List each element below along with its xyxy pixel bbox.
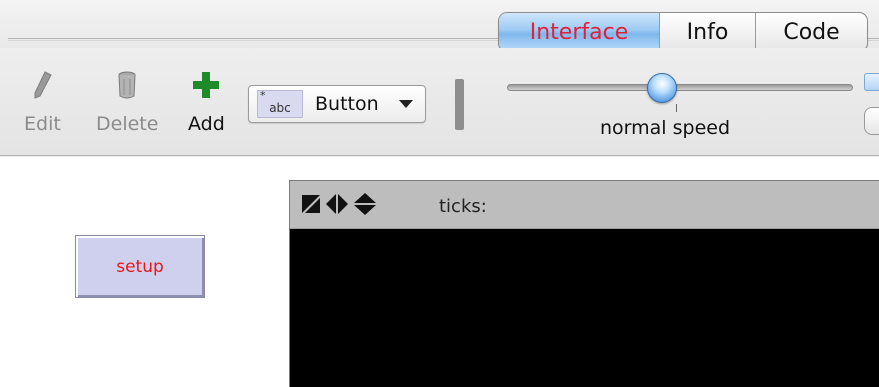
ticks-label: ticks: <box>439 196 487 217</box>
tab-code[interactable]: Code <box>755 13 867 51</box>
plus-icon <box>193 70 220 105</box>
tab-group: Interface Info Code <box>498 12 868 52</box>
speed-slider-knob[interactable] <box>647 73 677 103</box>
resize-diagonal-icon[interactable] <box>302 195 326 213</box>
tab-info[interactable]: Info <box>659 13 755 51</box>
resize-horizontal-icon[interactable] <box>326 194 354 214</box>
add-button[interactable]: Add <box>188 70 225 135</box>
delete-button[interactable]: Delete <box>96 70 158 135</box>
toolbar: Edit Delete Add * abc Button <box>0 48 879 156</box>
speed-slider-track[interactable] <box>507 84 853 91</box>
button-widget-icon: * abc <box>257 89 303 118</box>
tab-interface[interactable]: Interface <box>499 13 659 51</box>
pencil-icon <box>31 70 53 105</box>
edit-label: Edit <box>24 113 61 135</box>
resize-vertical-icon[interactable] <box>354 193 382 215</box>
view-updates-checkbox[interactable] <box>864 73 879 91</box>
delete-label: Delete <box>96 113 159 135</box>
widget-badge-text: abc <box>269 101 291 115</box>
edit-button[interactable]: Edit <box>24 70 61 135</box>
setup-button[interactable]: setup <box>75 235 205 298</box>
chevron-down-icon <box>399 100 413 108</box>
widget-select-value: Button <box>315 93 379 115</box>
speed-label: normal speed <box>600 117 731 139</box>
world-view[interactable]: ticks: <box>289 180 879 387</box>
trash-icon <box>116 70 138 105</box>
speed-slider-tick <box>676 104 677 112</box>
view-updates-mode-button[interactable] <box>864 107 879 135</box>
view-size-controls <box>302 193 382 215</box>
widget-type-select[interactable]: * abc Button <box>248 85 426 123</box>
toolbar-separator <box>455 79 464 130</box>
tab-strip: Interface Info Code <box>0 0 879 52</box>
add-label: Add <box>188 113 225 135</box>
view-control-bar: ticks: <box>290 181 879 229</box>
